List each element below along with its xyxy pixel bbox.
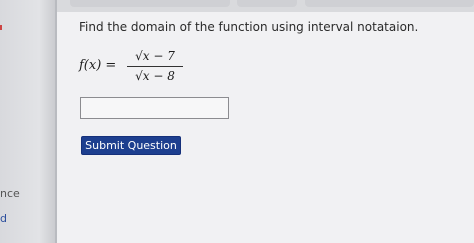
fraction: √x − 7 √x − 8 xyxy=(125,47,185,87)
tab-strip xyxy=(237,0,297,7)
fraction-denominator: √x − 8 xyxy=(135,69,175,83)
question-prompt: Find the domain of the function using in… xyxy=(79,20,419,34)
left-sidebar xyxy=(0,0,56,243)
function-formula: f(x) = √x − 7 √x − 8 xyxy=(79,47,199,87)
tab-strip xyxy=(305,0,474,7)
tab-strip xyxy=(70,0,230,7)
submit-question-button[interactable]: Submit Question xyxy=(81,136,181,155)
sidebar-item-label[interactable]: nce xyxy=(0,187,20,200)
fraction-bar xyxy=(127,66,183,67)
sidebar-marker xyxy=(0,25,2,30)
function-lhs: f(x) = xyxy=(79,58,117,73)
fraction-numerator: √x − 7 xyxy=(135,49,175,63)
sidebar-item-label[interactable]: d xyxy=(0,212,7,225)
answer-input[interactable] xyxy=(80,97,229,119)
